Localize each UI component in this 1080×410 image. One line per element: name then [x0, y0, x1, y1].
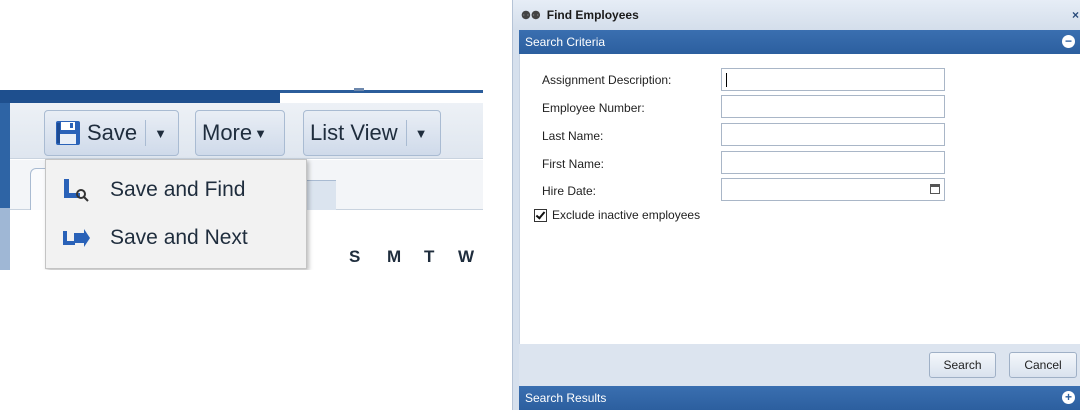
- binoculars-icon: ⚉⚉: [521, 9, 541, 22]
- menu-item-save-and-find[interactable]: Save and Find: [46, 170, 306, 210]
- employee-number-label: Employee Number:: [542, 101, 645, 115]
- exclude-inactive-row[interactable]: Exclude inactive employees: [534, 208, 700, 222]
- day-label: W: [458, 247, 475, 266]
- save-button-label: Save: [87, 120, 138, 145]
- section-title: Search Results: [525, 391, 607, 405]
- first-name-input[interactable]: [721, 151, 945, 174]
- more-button[interactable]: More ▼: [195, 110, 285, 156]
- floppy-disk-icon: [55, 120, 81, 146]
- menu-item-label: Save and Next: [110, 226, 248, 249]
- menu-item-label: Save and Find: [110, 178, 246, 201]
- save-and-next-icon: [62, 225, 90, 251]
- search-button[interactable]: Search: [929, 352, 996, 378]
- hire-date-label: Hire Date:: [542, 184, 597, 198]
- save-and-find-icon: [62, 177, 90, 203]
- close-icon[interactable]: ×: [1072, 8, 1080, 22]
- search-criteria-header[interactable]: Search Criteria −: [519, 30, 1080, 54]
- day-label: M: [387, 247, 402, 266]
- hire-date-input[interactable]: [721, 178, 945, 201]
- assignment-description-label: Assignment Description:: [542, 73, 672, 87]
- screenshot-stage: Save ▼ More ▼ List View ▼ ; S M T W: [0, 0, 1080, 410]
- day-label: T: [424, 247, 435, 266]
- save-split-button[interactable]: Save ▼: [44, 110, 179, 156]
- toolbar-crop: Save ▼ More ▼ List View ▼ ; S M T W: [0, 80, 483, 270]
- split-separator: [145, 120, 147, 146]
- chevron-down-icon: ▼: [254, 125, 267, 141]
- search-results-header[interactable]: Search Results +: [519, 386, 1080, 410]
- toolbar-top-band-right: [280, 90, 483, 93]
- list-view-label: List View: [310, 120, 398, 145]
- calendar-icon[interactable]: [930, 184, 940, 194]
- exclude-inactive-label: Exclude inactive employees: [552, 208, 701, 222]
- left-nav-strip-lower: [0, 208, 10, 270]
- chevron-down-icon[interactable]: ▼: [415, 126, 428, 141]
- collapse-icon[interactable]: −: [1062, 35, 1075, 48]
- dialog-title-bar[interactable]: ⚉⚉ Find Employees: [513, 0, 1080, 30]
- save-dropdown-menu: Save and Find Save and Next: [45, 159, 307, 269]
- checkmark-icon: [535, 208, 546, 220]
- first-name-label: First Name:: [542, 157, 605, 171]
- toolbar-top-band: [0, 90, 280, 103]
- list-view-split-button[interactable]: List View ▼: [303, 110, 441, 156]
- cancel-button[interactable]: Cancel: [1009, 352, 1077, 378]
- last-name-input[interactable]: [721, 123, 945, 146]
- expand-icon[interactable]: +: [1062, 391, 1075, 404]
- text-cursor: [726, 73, 727, 87]
- employee-number-input[interactable]: [721, 95, 945, 118]
- more-button-label: More: [202, 120, 253, 145]
- section-title: Search Criteria: [525, 35, 606, 49]
- day-label: S: [349, 247, 361, 266]
- dialog-title: Find Employees: [546, 8, 639, 22]
- last-name-label: Last Name:: [542, 129, 604, 143]
- search-criteria-panel: Assignment Description: Employee Number:…: [519, 54, 1080, 344]
- tab-edge-right[interactable]: [306, 180, 336, 210]
- find-employees-dialog: ⚉⚉ Find Employees × Search Criteria − As…: [512, 0, 1080, 410]
- exclude-inactive-checkbox[interactable]: [534, 208, 547, 222]
- split-separator: [405, 120, 407, 146]
- menu-item-save-and-next[interactable]: Save and Next: [46, 218, 306, 258]
- assignment-description-input[interactable]: [721, 68, 945, 91]
- chevron-down-icon[interactable]: ▼: [154, 126, 167, 141]
- clipped-text-fragment: [354, 86, 364, 91]
